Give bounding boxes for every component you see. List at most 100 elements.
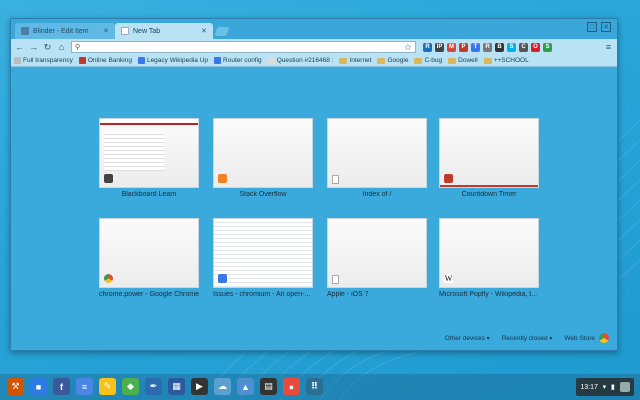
tab-label: New Tab — [133, 27, 161, 35]
toolbar: ← → ↻ ⌂ ⚲ ☆ R IP M P T R B S C O S ≡ — [11, 39, 617, 55]
tile-thumbnail — [439, 118, 539, 188]
tile-thumbnail — [213, 118, 313, 188]
ext-bug-icon[interactable]: B — [495, 42, 504, 52]
tile-thumbnail: W — [439, 218, 539, 288]
shelf-apps: ⚒ ■ f ≡ ✎ ◆ ✒ ▦ ▶ ☁ ▲ ▤ ● ⠿ — [7, 378, 323, 395]
tile-thumbnail — [99, 118, 199, 188]
bookmark-item[interactable]: Dowell — [448, 57, 478, 64]
tab-label: Blinder - Edit Item — [33, 27, 89, 35]
ext-camera-icon[interactable]: C — [519, 42, 528, 52]
app-launcher-icon[interactable]: ⠿ — [306, 378, 323, 395]
bookmark-label: Google — [387, 57, 409, 64]
ext-rss-icon[interactable]: R — [423, 42, 432, 52]
close-icon[interactable]: ✕ — [103, 27, 109, 35]
tile-label: Microsoft Popfly - Wikipedia, t... — [439, 291, 538, 298]
tab-favicon — [121, 27, 129, 35]
bookmark-item[interactable]: Online Banking — [78, 57, 132, 64]
photos-app-icon[interactable]: ▲ — [237, 378, 254, 395]
media-app-icon[interactable]: ▶ — [191, 378, 208, 395]
omnibox-input[interactable] — [83, 42, 402, 52]
close-window-icon[interactable]: ✕ — [601, 22, 611, 32]
omnibox[interactable]: ⚲ ☆ — [71, 41, 416, 53]
tile-accent — [440, 185, 538, 187]
bookmark-item[interactable]: Router config — [214, 57, 262, 64]
bookmark-label: Question #216468 : — [276, 57, 334, 64]
bookmark-item[interactable]: Legacy Wikipedia Up — [137, 57, 209, 64]
ext-opera-icon[interactable]: O — [531, 42, 540, 52]
bookmark-item[interactable]: Internet — [339, 57, 371, 64]
ext-ip-icon[interactable]: IP — [435, 42, 444, 52]
bookmark-item[interactable]: Full transparency — [14, 57, 73, 64]
reload-icon[interactable]: ↻ — [43, 42, 52, 53]
recently-closed-label: Recently closed — [501, 334, 548, 342]
battery-icon: ▮ — [610, 384, 615, 391]
site-favicon — [444, 174, 453, 183]
other-devices-label: Other devices — [444, 334, 485, 342]
folder-icon — [414, 57, 423, 64]
maps-app-icon[interactable]: ◆ — [122, 378, 139, 395]
most-visited-tile[interactable]: Issues - chromium - An open-... — [213, 218, 313, 298]
bookmark-item[interactable]: ++SCHOOL — [483, 57, 529, 64]
tab-favicon — [21, 27, 29, 35]
chevron-down-icon: ▾ — [549, 335, 553, 342]
bookmark-item[interactable]: Question #216468 : — [267, 57, 334, 64]
clock: 13:17 — [580, 383, 598, 391]
site-favicon — [218, 274, 227, 283]
other-devices-link[interactable]: Other devices ▾ — [445, 335, 490, 342]
forward-arrow-icon[interactable]: → — [29, 42, 38, 52]
most-visited-tile[interactable]: Stack Overflow — [213, 118, 313, 198]
web-store-link[interactable]: Web Store — [564, 333, 609, 343]
toolbox-app-icon[interactable]: ⚒ — [7, 378, 24, 395]
new-tab-button[interactable] — [214, 27, 230, 36]
most-visited-tile[interactable]: chrome.power - Google Chrome — [99, 218, 199, 298]
calculator-app-icon[interactable]: ▦ — [168, 378, 185, 395]
menu-icon[interactable]: ≡ — [604, 42, 613, 52]
bookmark-favicon — [137, 57, 145, 64]
ext-pin-icon[interactable]: P — [459, 42, 468, 52]
home-icon[interactable]: ⌂ — [57, 42, 66, 52]
keep-app-icon[interactable]: ✎ — [99, 378, 116, 395]
film-app-icon[interactable]: ▤ — [260, 378, 277, 395]
tab-new-tab[interactable]: New Tab ✕ — [115, 23, 213, 39]
ext-translate-icon[interactable]: T — [471, 42, 480, 52]
bookmarks-bar: Full transparency Online Banking Legacy Wi… — [11, 55, 617, 67]
most-visited-tile[interactable]: Blackboard Learn — [99, 118, 199, 198]
chevron-down-icon: ▾ — [486, 335, 490, 342]
facebook-app-icon[interactable]: f — [53, 378, 70, 395]
tab-edit-item[interactable]: Blinder - Edit Item ✕ — [15, 23, 115, 39]
most-visited-tile[interactable]: Countdown Timer — [439, 118, 539, 198]
ext-shield-icon[interactable]: S — [543, 42, 552, 52]
most-visited-tile[interactable]: Apple - iOS 7 — [327, 218, 427, 298]
bookmark-favicon — [78, 57, 86, 64]
site-favicon — [218, 174, 227, 183]
new-tab-page: Blackboard Learn Stack Overflow Index of /… — [11, 68, 617, 350]
bookmark-star-icon[interactable]: ☆ — [404, 42, 412, 53]
most-visited-tile[interactable]: W Microsoft Popfly - Wikipedia, t... — [439, 218, 539, 298]
bookmark-label: ++SCHOOL — [493, 57, 529, 64]
avatar — [619, 382, 630, 392]
back-arrow-icon[interactable]: ← — [15, 42, 24, 52]
ext-skype-icon[interactable]: S — [507, 42, 516, 52]
bookmark-item[interactable]: Google — [377, 57, 408, 64]
cloud-app-icon[interactable]: ☁ — [214, 378, 231, 395]
most-visited-tile[interactable]: Index of / — [327, 118, 427, 198]
maximize-icon[interactable]: □ — [587, 22, 597, 32]
chrome-app-icon[interactable]: ● — [283, 378, 300, 395]
bookmark-label: Router config — [223, 57, 262, 64]
window-controls: □ ✕ — [587, 22, 611, 32]
files-app-icon[interactable]: ■ — [30, 378, 47, 395]
status-tray[interactable]: 13:17 ▾ ▮ — [576, 378, 634, 396]
docs-app-icon[interactable]: ≡ — [76, 378, 93, 395]
bookmark-label: Legacy Wikipedia Up — [146, 57, 209, 64]
chrome-icon — [104, 274, 113, 283]
search-icon: ⚲ — [75, 44, 81, 51]
folder-icon — [483, 57, 492, 64]
bookmark-item[interactable]: C-bug — [414, 57, 442, 64]
pen-app-icon[interactable]: ✒ — [145, 378, 162, 395]
wifi-icon: ▾ — [602, 384, 607, 391]
tile-label: chrome.power - Google Chrome — [99, 291, 199, 298]
ext-gmail-icon[interactable]: M — [447, 42, 456, 52]
recently-closed-link[interactable]: Recently closed ▾ — [502, 335, 553, 342]
ext-reader-icon[interactable]: R — [483, 42, 492, 52]
close-icon[interactable]: ✕ — [201, 27, 207, 35]
